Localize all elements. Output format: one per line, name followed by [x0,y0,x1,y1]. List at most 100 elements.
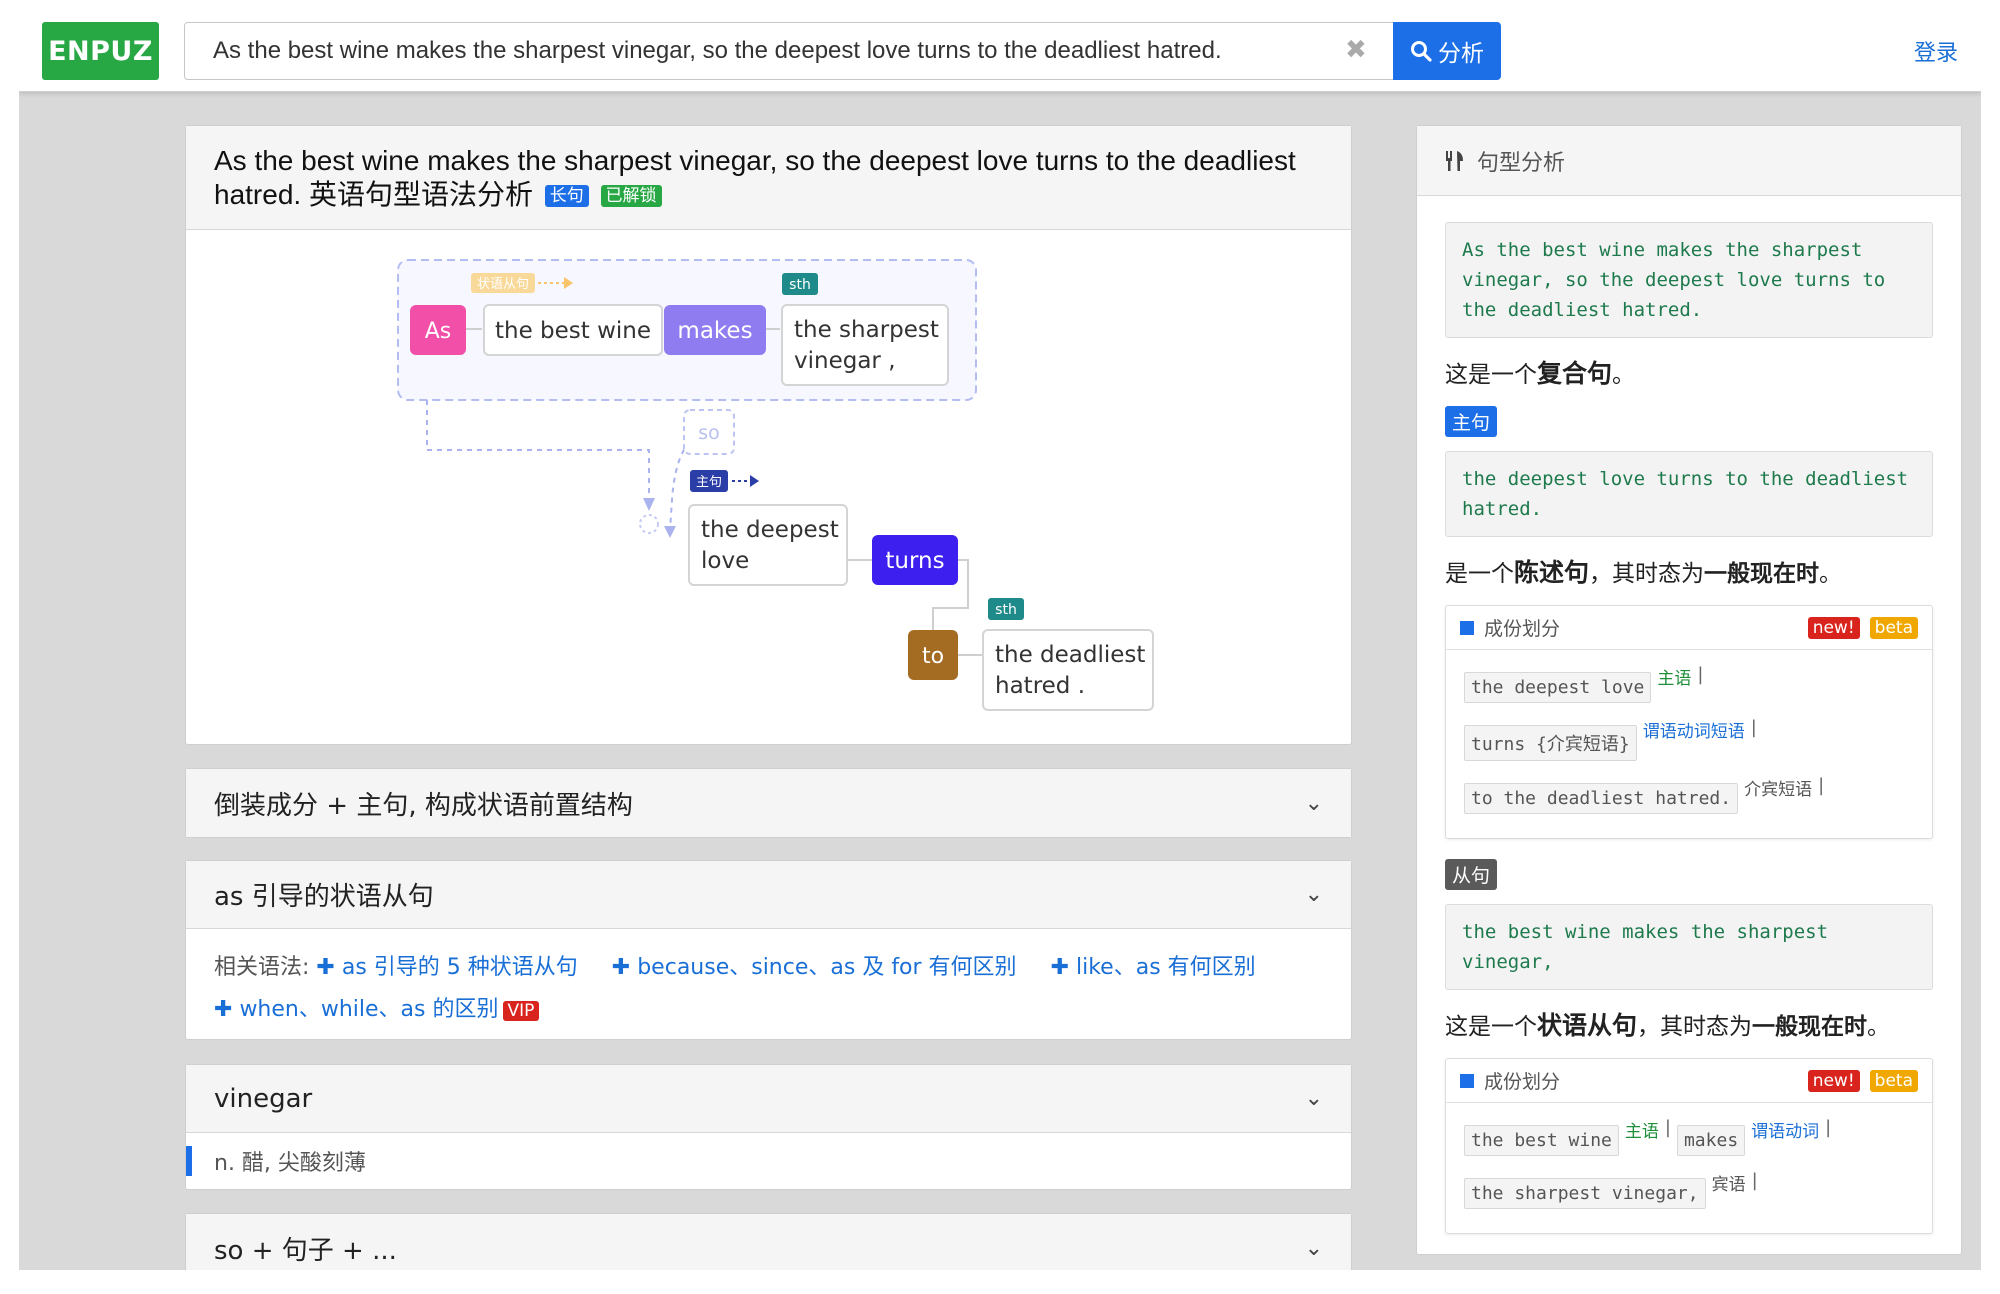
word-sharpest-line1: the sharpest [794,317,939,343]
role-label: 谓语动词短语 [1642,722,1745,742]
word-definition: n. 醋, 尖酸刻薄 [186,1133,1351,1189]
role-label: 宾语 [1711,1175,1746,1195]
analyze-button[interactable]: 分析 [1393,22,1501,80]
related-link[interactable]: ✚ like、as 有何区别 [1051,955,1256,980]
analysis-card: As the best wine makes the sharpest vine… [185,125,1352,745]
word-deepest-line2: love [701,548,749,574]
related-link[interactable]: ✚ as 引导的 5 种状语从句 [316,955,577,980]
word-turns-text: turns [885,548,944,574]
component-chip: the best wine [1464,1125,1619,1156]
puzzle-icon: ✚ [1050,955,1069,980]
panel-header: 句型分析 [1417,126,1961,196]
word-best-wine-text: the best wine [495,318,651,344]
related-link[interactable]: ✚ when、while、as 的区别 VIP [214,997,540,1022]
sentence-type: 复合句 [1537,359,1613,388]
section-inversion[interactable]: 倒装成分 + 主句, 构成状语前置结构 ⌄ [185,768,1352,838]
component-row: to the deadliest hatred. 介宾短语 | [1464,775,1914,814]
section-header[interactable]: so + 句子 + ... ⌄ [186,1214,1351,1270]
component-row: turns {介宾短语} 谓语动词短语 | [1464,717,1914,761]
component-row: the best wine 主语 | makes 谓语动词 | [1464,1117,1914,1156]
panel-body: As the best wine makes the sharpest vine… [1417,196,1961,1234]
section-header[interactable]: 倒装成分 + 主句, 构成状语前置结构 ⌄ [186,769,1351,837]
sentence-diagram: 状语从句 As the best wine makes sth the shar… [397,259,1154,711]
related-label: 相关语法: [214,955,310,980]
analyze-label: 分析 [1438,41,1484,67]
component-breakdown: 成份划分 new! beta the deepest love 主语 | tur… [1445,605,1933,839]
word-deepest-line1: the deepest [701,517,839,543]
square-icon [1460,620,1474,635]
section-vinegar: vinegar ⌄ n. 醋, 尖酸刻薄 [185,1064,1352,1190]
sub-clause-sentence: the best wine makes the sharpest vinegar… [1445,904,1933,990]
word-deadliest-line1: the deadliest [995,642,1145,668]
utensils-icon [1446,150,1463,171]
puzzle-icon: ✚ [611,955,631,980]
sentence-summary: 这是一个复合句。 [1445,359,1636,388]
section-title: 倒装成分 + 主句, 构成状语前置结构 [214,790,633,821]
junction-dot [639,514,659,534]
clause-label: 状语从句 [477,277,529,292]
section-as-clause: as 引导的状语从句 ⌄ 相关语法: ✚ as 引导的 5 种状语从句 ✚ bec… [185,860,1352,1040]
chevron-down-icon[interactable]: ⌄ [1305,1086,1323,1111]
so-arrowhead [664,526,676,538]
related-link[interactable]: ✚ because、since、as 及 for 有何区别 [612,955,1017,980]
component-chip: the deepest love [1464,672,1652,703]
page-background: ENPUZ ✖ 分析 登录 As the best wine makes the… [19,0,1981,1270]
role-label: 主语 [1624,1122,1659,1142]
main-clause-desc: 是一个陈述句，其时态为一般现在时。 [1445,558,1843,587]
component-chip: turns {介宾短语} [1464,725,1637,761]
connector-arrowhead [643,498,655,511]
role-label: 谓语动词 [1751,1122,1820,1142]
clear-icon[interactable]: ✖ [1345,35,1367,65]
section-header[interactable]: vinegar ⌄ [186,1065,1351,1133]
long-sentence-badge: 长句 [544,185,589,207]
clause-to-main-connector [426,400,650,500]
beta-badge: beta [1869,616,1918,639]
role-label: 介宾短语 [1744,780,1813,800]
section-header[interactable]: as 引导的状语从句 ⌄ [186,861,1351,929]
analysis-card-header: As the best wine makes the sharpest vine… [186,126,1351,230]
page-title-text: As the best wine makes the sharpest vine… [214,145,1296,210]
chevron-down-icon[interactable]: ⌄ [1305,791,1323,816]
definition-marker [186,1146,192,1176]
puzzle-icon: ✚ [316,955,335,980]
main-label-arrowhead [750,475,759,487]
chevron-down-icon[interactable]: ⌄ [1305,882,1323,907]
component-row: the sharpest vinegar, 宾语 | [1464,1170,1914,1209]
top-navbar: ENPUZ ✖ 分析 登录 [19,0,1981,92]
related-grammar: 相关语法: ✚ as 引导的 5 种状语从句 ✚ because、since、as… [186,929,1351,1032]
component-chip: makes [1676,1125,1746,1156]
section-title: as 引导的状语从句 [214,882,434,912]
word-sharpest-line2: vinegar , [794,348,896,374]
component-chip: to the deadliest hatred. [1464,783,1739,814]
definition-text: n. 醋, 尖酸刻薄 [214,1151,366,1176]
component-title: 成份划分 [1484,1071,1561,1093]
word-as-text: As [425,319,452,344]
main-clause-sentence: the deepest love turns to the deadliest … [1445,451,1933,537]
chevron-down-icon[interactable]: ⌄ [1305,1236,1323,1261]
section-so-sentence[interactable]: so + 句子 + ... ⌄ [185,1213,1352,1270]
square-icon [1460,1073,1474,1088]
sth-tag-text: sth [995,602,1017,618]
panel-title: 句型分析 [1477,150,1566,176]
component-row: the deepest love 主语 | [1464,664,1914,703]
full-sentence: As the best wine makes the sharpest vine… [1445,222,1933,338]
vip-badge: VIP [502,1001,540,1021]
component-breakdown: 成份划分 new! beta the best wine 主语 | makes … [1445,1058,1933,1234]
component-list: the deepest love 主语 | turns {介宾短语} 谓语动词短… [1446,650,1932,838]
component-title: 成份划分 [1484,618,1561,640]
sentence-pattern-panel: 句型分析 As the best wine makes the sharpest… [1416,125,1962,1255]
word-deadliest-line2: hatred . [995,673,1085,699]
site-logo[interactable]: ENPUZ [42,22,159,80]
sth-tag-text: sth [789,277,811,293]
component-header: 成份划分 new! beta [1446,1059,1932,1103]
puzzle-icon: ✚ [214,997,233,1022]
login-link[interactable]: 登录 [1914,35,1958,67]
sub-clause-desc: 这是一个状语从句，其时态为一般现在时。 [1445,1011,1891,1040]
component-chip: the sharpest vinegar, [1464,1178,1706,1209]
section-title: so + 句子 + ... [214,1235,397,1266]
new-badge: new! [1807,1069,1860,1092]
search-input[interactable] [185,23,1425,79]
search-box: ✖ [184,22,1434,80]
page-title: As the best wine makes the sharpest vine… [214,144,1323,212]
word-makes-text: makes [677,318,752,344]
